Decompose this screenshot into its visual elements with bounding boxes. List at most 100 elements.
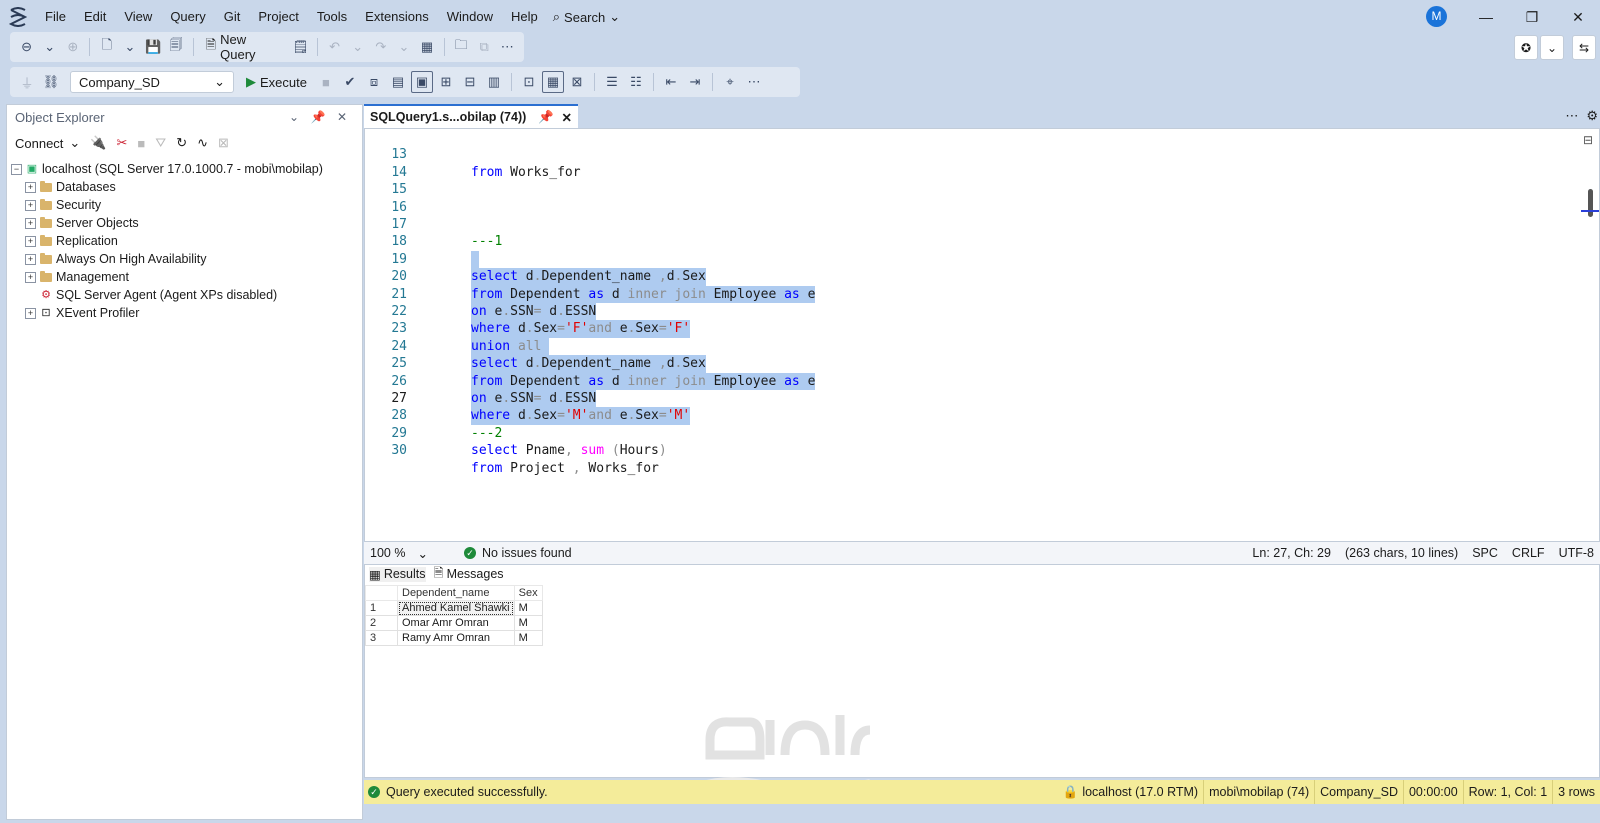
menu-tools[interactable]: Tools	[308, 0, 356, 34]
menu-help[interactable]: Help	[502, 0, 547, 34]
database-select[interactable]: Company_SD ⌄	[70, 71, 234, 93]
pin-icon[interactable]: 📌	[538, 110, 554, 125]
undo-icon[interactable]: ↶	[324, 36, 345, 58]
results-to-text-icon[interactable]: ⊡	[518, 71, 540, 93]
results-to-grid-icon[interactable]: ▣	[410, 71, 433, 93]
back-icon[interactable]: ⊖	[16, 36, 37, 58]
tab-sqlquery1[interactable]: SQLQuery1.s...obilap (74)) 📌 ✕	[364, 104, 578, 128]
expand-icon[interactable]: +	[25, 217, 36, 229]
column-header[interactable]: Sex	[513, 585, 543, 601]
row-number[interactable]: 3	[365, 630, 398, 646]
chevron-down-icon[interactable]: ⌄	[1540, 35, 1564, 60]
menu-file[interactable]: File	[36, 0, 75, 34]
more-icon[interactable]: ⋯	[1565, 108, 1578, 124]
tree-item-security[interactable]: + Security	[25, 196, 101, 214]
results-grid-icon[interactable]: ▦	[541, 71, 564, 93]
parse-icon[interactable]: ✔	[339, 71, 361, 93]
chevron-down-icon[interactable]: ⌄	[282, 110, 306, 124]
tree-item-databases[interactable]: + Databases	[25, 178, 116, 196]
live-share-icon[interactable]: ⇆	[1572, 35, 1596, 60]
close-window-icon[interactable]: ✕	[1556, 0, 1600, 34]
disconnect-icon[interactable]: ✂	[117, 135, 128, 151]
menu-view[interactable]: View	[115, 0, 161, 34]
menu-edit[interactable]: Edit	[75, 0, 115, 34]
issues-indicator[interactable]: ✓ No issues found	[464, 546, 1252, 560]
chevron-down-icon[interactable]: ⌄	[119, 36, 140, 58]
table-cell[interactable]: Ramy Amr Omran	[397, 630, 515, 646]
table-cell[interactable]: Omar Amr Omran	[397, 615, 515, 631]
line-ending[interactable]: CRLF	[1512, 546, 1545, 560]
menu-git[interactable]: Git	[215, 0, 250, 34]
tree-item-replication[interactable]: + Replication	[25, 232, 118, 250]
column-header[interactable]: Dependent_name	[397, 585, 515, 601]
pin-icon[interactable]: 📌	[306, 110, 330, 124]
tree-item-always-on[interactable]: + Always On High Availability	[25, 250, 207, 268]
expand-icon[interactable]: +	[25, 235, 36, 247]
zoom-select[interactable]: 100 % ⌄	[364, 546, 434, 561]
client-stats-icon[interactable]: ▥	[483, 71, 505, 93]
row-header-corner[interactable]	[365, 585, 398, 601]
table-cell[interactable]: M	[513, 615, 543, 631]
activity-monitor-icon[interactable]: ▦	[416, 36, 437, 58]
open-folder-icon[interactable]: 🗀	[451, 36, 472, 58]
estimated-plan-icon[interactable]: ⧈	[363, 71, 385, 93]
close-icon[interactable]: ✕	[330, 110, 354, 124]
include-actual-plan-icon[interactable]: ⊞	[435, 71, 457, 93]
row-number[interactable]: 2	[365, 615, 398, 631]
forward-icon[interactable]: ⊕	[62, 36, 83, 58]
copilot-icon[interactable]: ✪	[1514, 35, 1538, 60]
change-connection-icon[interactable]: ⛓	[40, 71, 62, 93]
stop-icon[interactable]: ■	[315, 71, 337, 93]
uncomment-icon[interactable]: ☷	[625, 71, 647, 93]
table-cell[interactable]: Ahmed Kamel Shawki	[397, 600, 515, 616]
tree-server-node[interactable]: − ▣ localhost (SQL Server 17.0.1000.7 - …	[11, 160, 323, 178]
new-file-icon[interactable]: 🗋	[96, 36, 117, 58]
activity-icon[interactable]: ∿	[197, 135, 208, 151]
increase-indent-icon[interactable]: ⇥	[684, 71, 706, 93]
collapse-all-icon[interactable]: ⊠	[218, 135, 229, 151]
expand-icon[interactable]: +	[25, 181, 36, 193]
close-tab-icon[interactable]: ✕	[562, 110, 572, 125]
menu-window[interactable]: Window	[438, 0, 502, 34]
query-design-icon[interactable]: ▤	[387, 71, 409, 93]
row-number[interactable]: 1	[365, 600, 398, 616]
results-grid[interactable]: Dependent_name Sex 1 Ahmed Kamel Shawki …	[365, 585, 543, 646]
split-editor-icon[interactable]: ⊟	[1583, 133, 1593, 147]
cursor-position[interactable]: Ln: 27, Ch: 29	[1252, 546, 1331, 560]
minimize-icon[interactable]: —	[1464, 0, 1508, 34]
menu-query[interactable]: Query	[161, 0, 214, 34]
filter-icon[interactable]: ⛛	[155, 135, 166, 151]
expand-icon[interactable]: +	[25, 307, 36, 319]
global-search[interactable]: ⌕ Search ⌄	[553, 9, 620, 25]
refresh-icon[interactable]: ↻	[176, 135, 187, 151]
table-row[interactable]: 2 Omar Amr Omran M	[365, 615, 543, 631]
plug-icon[interactable]: 🔌	[90, 135, 106, 151]
expand-icon[interactable]: +	[25, 253, 36, 265]
decrease-indent-icon[interactable]: ⇤	[660, 71, 682, 93]
live-stats-icon[interactable]: ⊟	[459, 71, 481, 93]
tree-item-server-objects[interactable]: + Server Objects	[25, 214, 139, 232]
more-icon[interactable]: ⋯	[743, 71, 765, 93]
restore-icon[interactable]: ❐	[1510, 0, 1554, 34]
table-cell[interactable]: M	[513, 600, 543, 616]
table-row[interactable]: 1 Ahmed Kamel Shawki M	[365, 600, 543, 616]
chevron-down-icon[interactable]: ⌄	[393, 36, 414, 58]
collapse-icon[interactable]: −	[11, 163, 22, 175]
ssms-logo-icon[interactable]	[0, 0, 36, 34]
chevron-down-icon[interactable]: ⌄	[39, 36, 60, 58]
redo-icon[interactable]: ↷	[370, 36, 391, 58]
avatar[interactable]: M	[1426, 6, 1447, 27]
chevron-down-icon[interactable]: ⌄	[347, 36, 368, 58]
windows-icon[interactable]: ⧉	[474, 36, 495, 58]
connect-icon[interactable]: ⏚	[16, 71, 38, 93]
spacing-mode[interactable]: SPC	[1472, 546, 1498, 560]
new-query-button[interactable]: 🗎 New Query	[200, 32, 288, 62]
table-row[interactable]: 3 Ramy Amr Omran M	[365, 630, 543, 646]
gear-icon[interactable]: ⚙	[1586, 108, 1598, 124]
menu-extensions[interactable]: Extensions	[356, 0, 438, 34]
tab-results[interactable]: ▦ Results	[369, 566, 426, 582]
tree-item-management[interactable]: + Management	[25, 268, 129, 286]
table-cell[interactable]: M	[513, 630, 543, 646]
execute-button[interactable]: ▶ Execute	[240, 71, 313, 93]
specify-values-icon[interactable]: ⌖	[719, 71, 741, 93]
